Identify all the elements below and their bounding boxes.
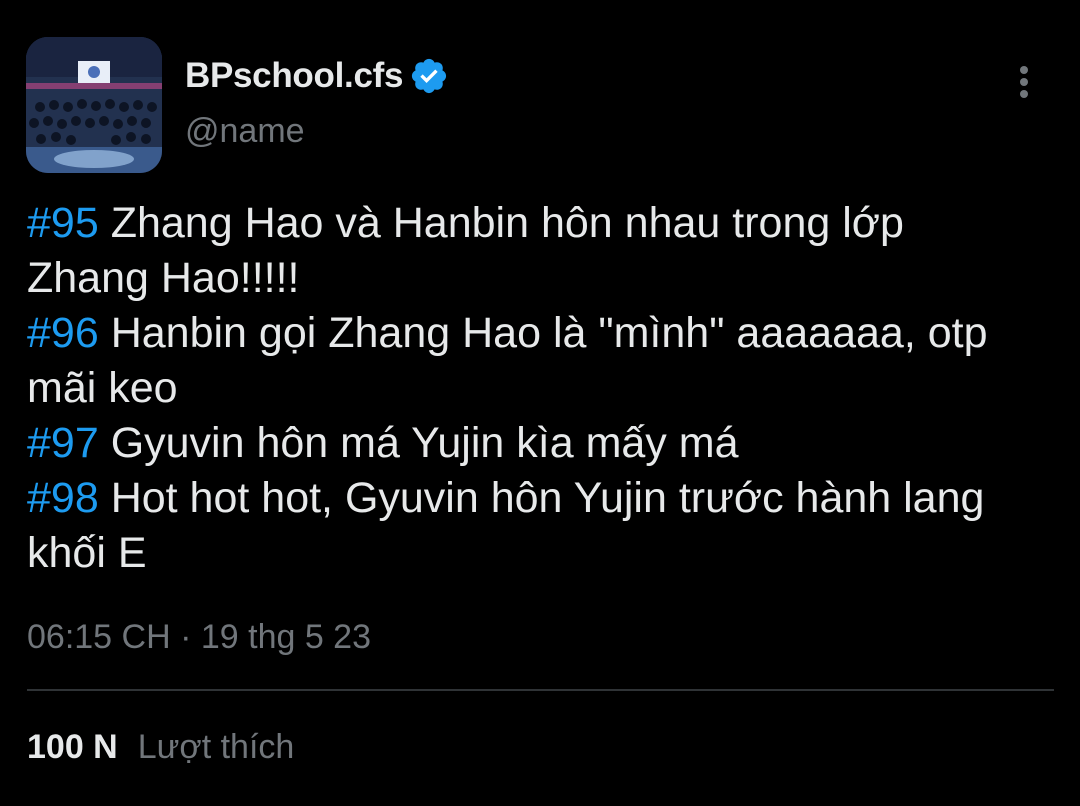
tweet-line-text: Hanbin gọi Zhang Hao là "mình" aaaaaaa, … <box>98 309 988 357</box>
vertical-dots-icon <box>1020 66 1028 98</box>
hashtag-link[interactable]: #98 <box>27 474 99 522</box>
tweet-line-text: mãi keo <box>27 364 178 412</box>
tweet-detail: BPschool.cfs @name #95 Zhang Hao và Hanb… <box>0 0 1080 806</box>
likes-stat[interactable]: 100 N Lượt thích <box>27 728 294 767</box>
tweet-line-text: khối E <box>27 529 147 577</box>
tweet-text: #95 Zhang Hao và Hanbin hôn nhau trong l… <box>27 196 1067 581</box>
author-name-row[interactable]: BPschool.cfs <box>185 52 449 100</box>
avatar[interactable] <box>26 37 162 173</box>
tweet-line: Zhang Hao!!!!! <box>27 251 1067 306</box>
tweet-line: #98 Hot hot hot, Gyuvin hôn Yujin trước … <box>27 471 1067 526</box>
avatar-image <box>26 37 162 173</box>
tweet-line: #96 Hanbin gọi Zhang Hao là "mình" aaaaa… <box>27 306 1067 361</box>
tweet-line-text: Hot hot hot, Gyuvin hôn Yujin trước hành… <box>98 474 985 522</box>
divider <box>27 689 1054 691</box>
tweet-line-text: Gyuvin hôn má Yujin kìa mấy má <box>98 419 739 467</box>
tweet-line: #95 Zhang Hao và Hanbin hôn nhau trong l… <box>27 196 1067 251</box>
hashtag-link[interactable]: #97 <box>27 419 99 467</box>
tweet-timestamp[interactable]: 06:15 CH · 19 thg 5 23 <box>27 618 371 657</box>
hashtag-link[interactable]: #96 <box>27 309 99 357</box>
verified-badge-icon <box>409 56 449 96</box>
hashtag-link[interactable]: #95 <box>27 199 99 247</box>
display-name[interactable]: BPschool.cfs <box>185 56 403 96</box>
likes-label: Lượt thích <box>137 728 295 766</box>
tweet-line: mãi keo <box>27 361 1067 416</box>
more-options-button[interactable] <box>1004 62 1044 102</box>
likes-count: 100 N <box>27 728 118 766</box>
tweet-line-text: Zhang Hao và Hanbin hôn nhau trong lớp <box>98 199 904 247</box>
user-handle[interactable]: @name <box>185 112 305 151</box>
tweet-line: khối E <box>27 526 1067 581</box>
tweet-line-text: Zhang Hao!!!!! <box>27 254 300 302</box>
tweet-line: #97 Gyuvin hôn má Yujin kìa mấy má <box>27 416 1067 471</box>
